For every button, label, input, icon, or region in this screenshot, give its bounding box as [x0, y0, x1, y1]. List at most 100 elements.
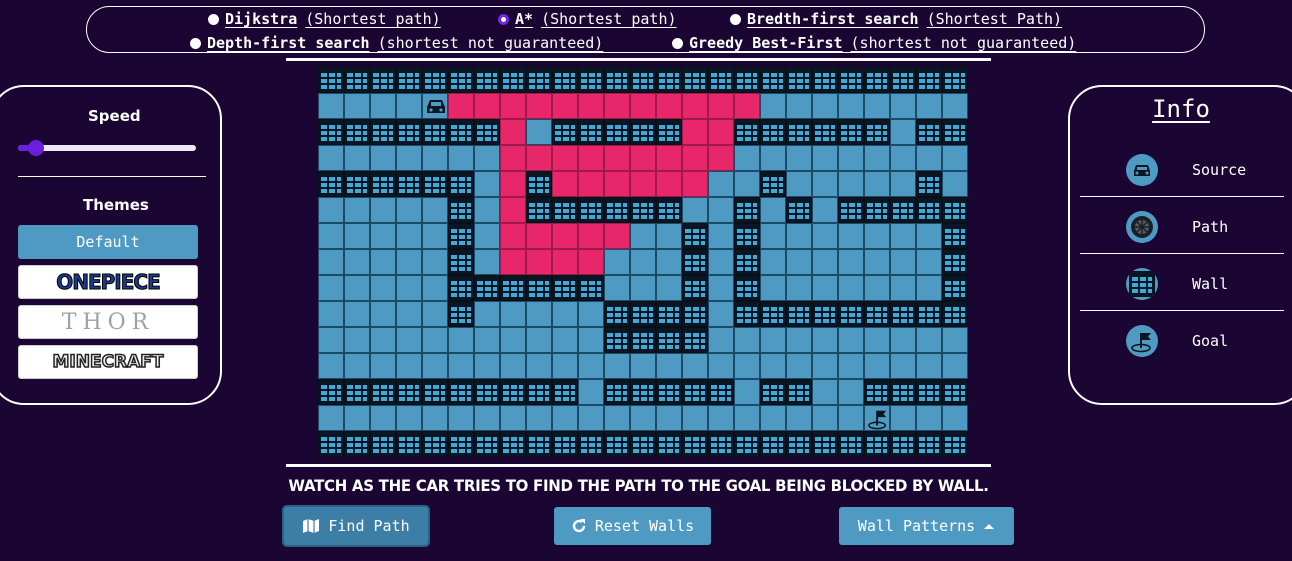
wall-cell[interactable] — [448, 431, 474, 457]
grid-cell[interactable] — [422, 353, 448, 379]
path-cell[interactable] — [500, 197, 526, 223]
path-cell[interactable] — [734, 93, 760, 119]
radio-greedy[interactable] — [672, 37, 683, 49]
grid-cell[interactable] — [370, 301, 396, 327]
path-cell[interactable] — [708, 145, 734, 171]
path-cell[interactable] — [526, 93, 552, 119]
speed-slider[interactable] — [18, 140, 196, 156]
grid-cell[interactable] — [890, 223, 916, 249]
wall-cell[interactable] — [422, 171, 448, 197]
path-cell[interactable] — [552, 249, 578, 275]
wall-cell[interactable] — [526, 171, 552, 197]
wall-cell[interactable] — [422, 431, 448, 457]
wall-cell[interactable] — [370, 171, 396, 197]
wall-cell[interactable] — [916, 119, 942, 145]
grid-cell[interactable] — [474, 197, 500, 223]
grid-cell[interactable] — [786, 249, 812, 275]
grid-cell[interactable] — [942, 93, 968, 119]
grid-cell[interactable] — [500, 327, 526, 353]
wall-cell[interactable] — [552, 67, 578, 93]
grid-cell[interactable] — [552, 327, 578, 353]
path-cell[interactable] — [578, 93, 604, 119]
wall-cell[interactable] — [864, 431, 890, 457]
grid-cell[interactable] — [422, 197, 448, 223]
radio-dfs[interactable] — [190, 37, 201, 49]
grid-cell[interactable] — [760, 197, 786, 223]
radio-astar[interactable] — [498, 13, 509, 25]
wall-cell[interactable] — [474, 379, 500, 405]
path-cell[interactable] — [500, 249, 526, 275]
grid-cell[interactable] — [786, 223, 812, 249]
grid-cell[interactable] — [318, 275, 344, 301]
wall-cell[interactable] — [370, 67, 396, 93]
reset-walls-button[interactable]: Reset Walls — [554, 507, 711, 545]
grid-cell[interactable] — [864, 145, 890, 171]
grid-cell[interactable] — [344, 145, 370, 171]
wall-cell[interactable] — [630, 301, 656, 327]
grid-cell[interactable] — [812, 171, 838, 197]
wall-cell[interactable] — [630, 119, 656, 145]
path-cell[interactable] — [708, 93, 734, 119]
wall-cell[interactable] — [864, 119, 890, 145]
wall-cell[interactable] — [656, 379, 682, 405]
grid-cell[interactable] — [786, 353, 812, 379]
grid-cell[interactable] — [942, 171, 968, 197]
grid-cell[interactable] — [864, 171, 890, 197]
wall-cell[interactable] — [604, 431, 630, 457]
wall-cell[interactable] — [344, 119, 370, 145]
grid-cell[interactable] — [344, 327, 370, 353]
grid-cell[interactable] — [474, 353, 500, 379]
grid-cell[interactable] — [526, 353, 552, 379]
wall-cell[interactable] — [786, 431, 812, 457]
wall-cell[interactable] — [552, 379, 578, 405]
grid-cell[interactable] — [838, 405, 864, 431]
wall-cell[interactable] — [760, 431, 786, 457]
grid-cell[interactable] — [812, 405, 838, 431]
grid-cell[interactable] — [396, 327, 422, 353]
grid-cell[interactable] — [656, 223, 682, 249]
grid-cell[interactable] — [760, 223, 786, 249]
wall-cell[interactable] — [942, 119, 968, 145]
path-cell[interactable] — [604, 145, 630, 171]
grid-cell[interactable] — [916, 249, 942, 275]
grid-cell[interactable] — [318, 327, 344, 353]
grid-cell[interactable] — [838, 327, 864, 353]
wall-cell[interactable] — [500, 431, 526, 457]
grid-cell[interactable] — [474, 301, 500, 327]
grid-cell[interactable] — [344, 275, 370, 301]
wall-cell[interactable] — [344, 171, 370, 197]
grid-cell[interactable] — [838, 353, 864, 379]
wall-cell[interactable] — [552, 431, 578, 457]
wall-cell[interactable] — [578, 197, 604, 223]
grid-cell[interactable] — [838, 145, 864, 171]
grid-cell[interactable] — [474, 249, 500, 275]
grid-cell[interactable] — [630, 353, 656, 379]
wall-cell[interactable] — [630, 67, 656, 93]
grid-cell[interactable] — [422, 223, 448, 249]
grid-cell[interactable] — [396, 223, 422, 249]
radio-bfs[interactable] — [730, 13, 741, 25]
grid-cell[interactable] — [604, 353, 630, 379]
wall-cell[interactable] — [656, 301, 682, 327]
wall-cell[interactable] — [630, 197, 656, 223]
wall-cell[interactable] — [656, 119, 682, 145]
theme-onepiece-button[interactable]: ONEPIECE — [18, 265, 198, 299]
grid-cell[interactable] — [812, 379, 838, 405]
wall-cell[interactable] — [812, 67, 838, 93]
grid-cell[interactable] — [630, 405, 656, 431]
wall-cell[interactable] — [396, 379, 422, 405]
wall-cell[interactable] — [760, 67, 786, 93]
grid-cell[interactable] — [422, 405, 448, 431]
wall-cell[interactable] — [448, 67, 474, 93]
grid-cell[interactable] — [838, 249, 864, 275]
wall-cell[interactable] — [942, 431, 968, 457]
grid-cell[interactable] — [604, 249, 630, 275]
wall-cell[interactable] — [838, 119, 864, 145]
wall-cell[interactable] — [734, 301, 760, 327]
path-cell[interactable] — [630, 145, 656, 171]
wall-cell[interactable] — [396, 431, 422, 457]
path-cell[interactable] — [526, 145, 552, 171]
grid-cell[interactable] — [734, 353, 760, 379]
grid-cell[interactable] — [916, 93, 942, 119]
grid-cell[interactable] — [370, 145, 396, 171]
